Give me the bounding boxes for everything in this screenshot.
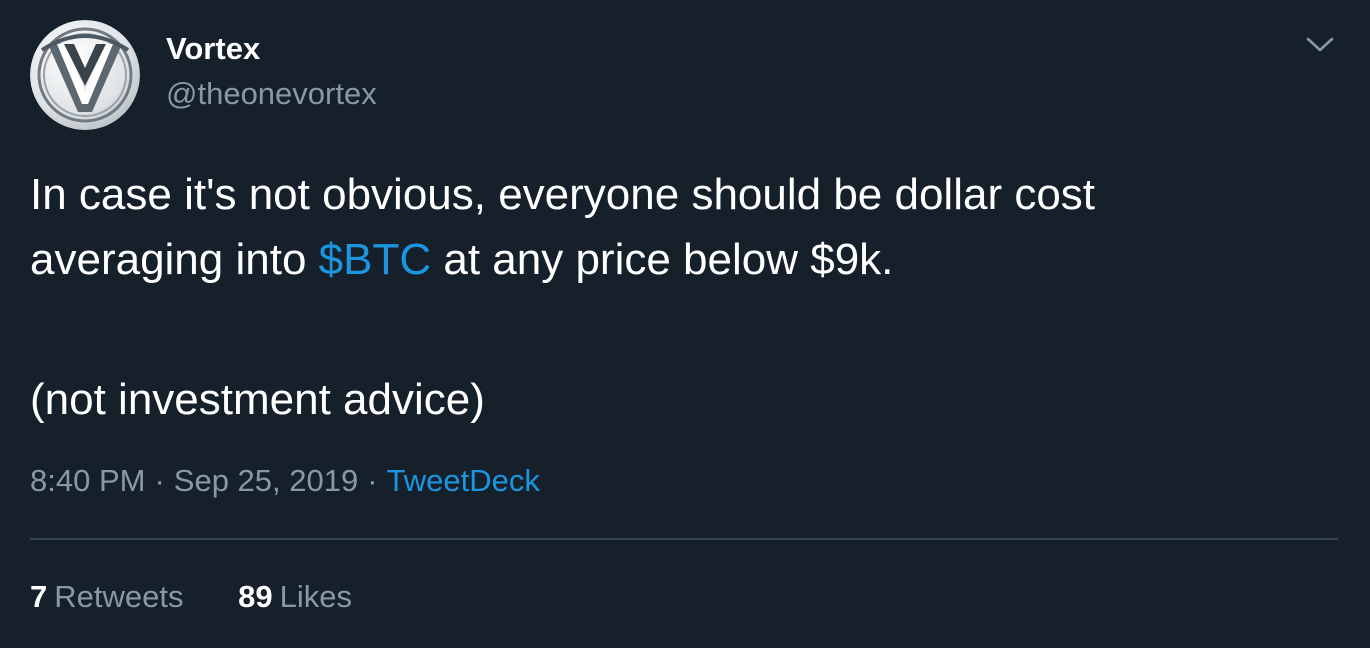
tweet-text-line-1: In case it's not obvious, everyone shoul… xyxy=(30,170,1096,219)
tweet-date[interactable]: Sep 25, 2019 xyxy=(174,463,358,498)
author-handle[interactable]: @theonevortex xyxy=(166,72,377,116)
retweets-stat[interactable]: 7 Retweets xyxy=(30,574,183,620)
vortex-logo-icon xyxy=(30,20,140,130)
tweet-text-line-2: averaging into $BTC at any price below $… xyxy=(30,227,1330,292)
tweet-menu-button[interactable] xyxy=(1302,30,1338,58)
meta-separator: · xyxy=(367,463,378,498)
meta-separator: · xyxy=(154,463,165,498)
retweets-label: Retweets xyxy=(54,579,184,614)
tweet-meta: 8:40 PM · Sep 25, 2019 · TweetDeck xyxy=(30,458,540,504)
likes-label: Likes xyxy=(279,579,352,614)
tweet-text-after-cashtag: at any price below $9k. xyxy=(431,235,894,284)
author-display-name[interactable]: Vortex xyxy=(166,27,260,71)
divider xyxy=(30,538,1338,540)
likes-count: 89 xyxy=(238,579,273,614)
chevron-down-icon xyxy=(1306,37,1334,52)
tweet-text-line-3: (not investment advice) xyxy=(30,375,485,424)
tweet-stats: 7 Retweets 89 Likes xyxy=(30,574,352,620)
tweet-text-before-cashtag: averaging into xyxy=(30,235,319,284)
avatar[interactable] xyxy=(30,20,140,130)
tweet-text: In case it's not obvious, everyone shoul… xyxy=(30,162,1330,432)
cashtag-link[interactable]: $BTC xyxy=(319,235,431,284)
likes-stat[interactable]: 89 Likes xyxy=(238,574,352,620)
tweet-time[interactable]: 8:40 PM xyxy=(30,463,145,498)
tweet-source-link[interactable]: TweetDeck xyxy=(387,463,540,498)
retweets-count: 7 xyxy=(30,579,48,614)
